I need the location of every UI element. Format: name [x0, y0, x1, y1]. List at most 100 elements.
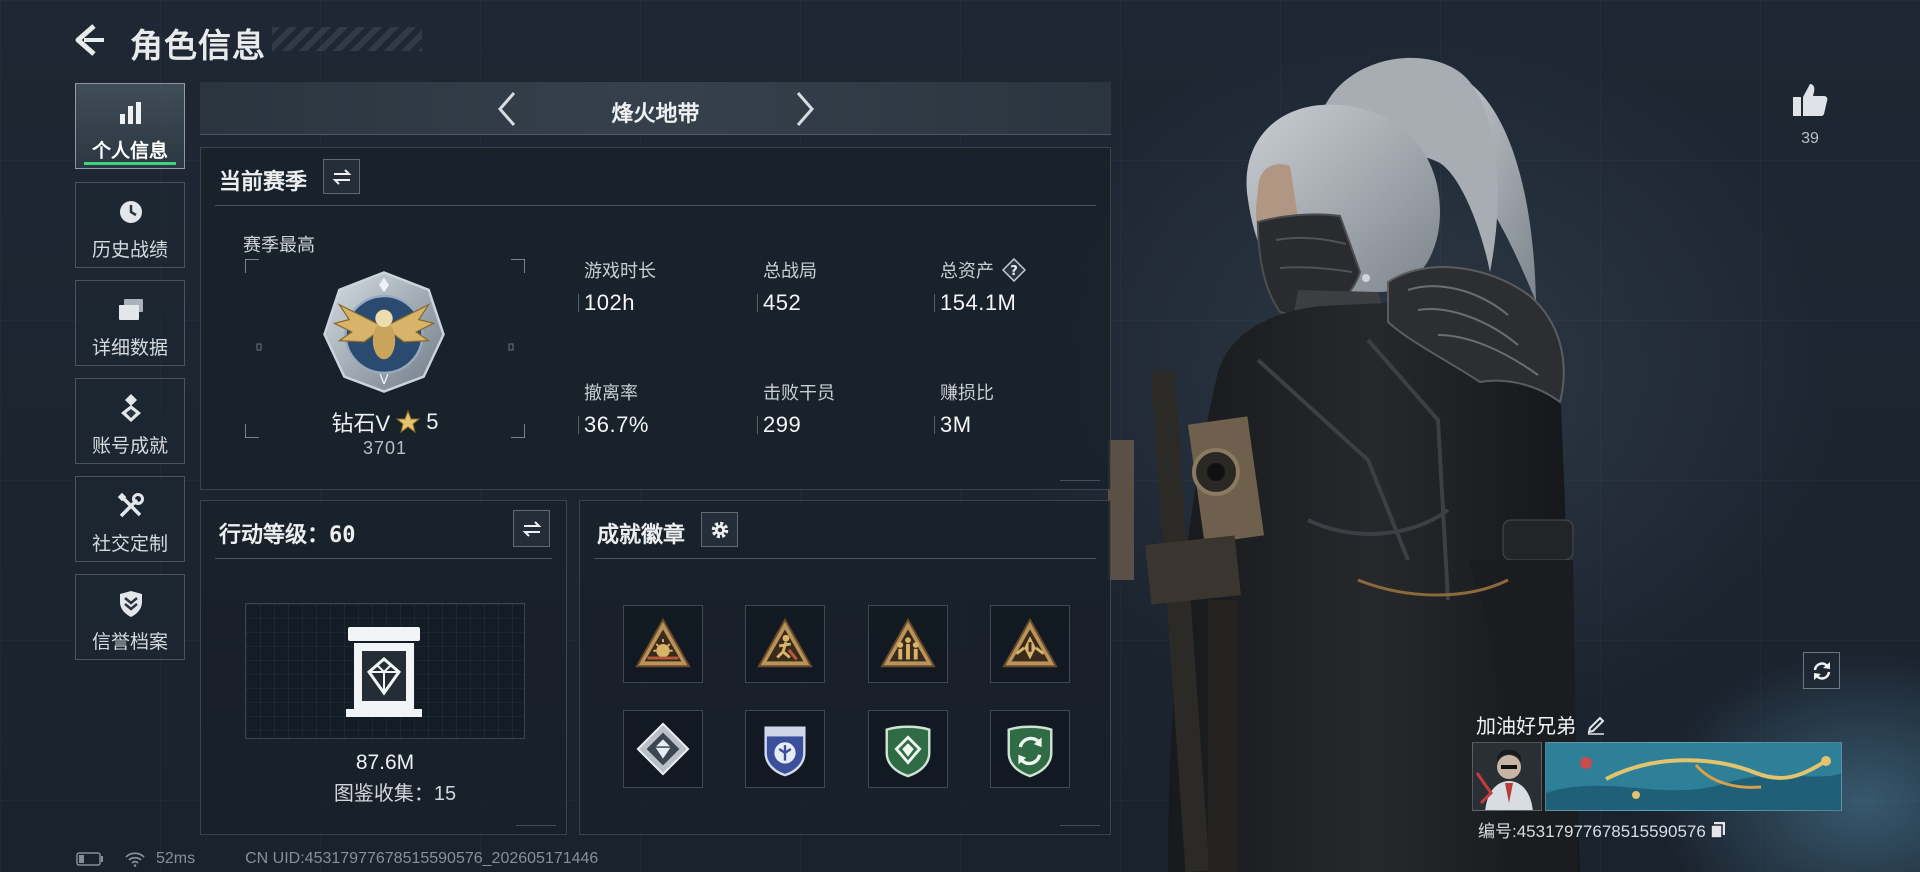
sidebar-item-label: 详细数据 [91, 338, 168, 359]
stat-label-row: 总资产 ? [940, 258, 1026, 282]
next-mode-button[interactable] [790, 89, 820, 129]
sidebar-item-detailed-data[interactable]: 详细数据 [75, 280, 185, 366]
page-title: 角色信息 [130, 27, 266, 64]
status-bar: 52ms CN UID:45317977678515590576_2026051… [76, 849, 598, 869]
sidebar-item-personal-info[interactable]: 个人信息 [75, 83, 185, 169]
triangle-runner-badge-icon [757, 617, 813, 668]
stat-value: 102h [578, 290, 656, 316]
back-button[interactable] [70, 20, 110, 60]
sidebar-item-label: 信誉档案 [91, 632, 168, 653]
swap-arrows-icon [332, 168, 351, 185]
svg-text:V: V [379, 372, 389, 388]
collection-count: 图鉴收集：15 [245, 777, 545, 806]
achievements-title: 成就徽章 [597, 522, 686, 547]
season-switch-button[interactable] [323, 159, 360, 194]
corner-decoration [1060, 473, 1100, 481]
player-name-row: 加油好兄弟 [1476, 710, 1606, 739]
green-shield-badge-icon [885, 725, 931, 778]
player-id-row: 编号:45317977678515590576 [1478, 817, 1726, 842]
pencil-icon[interactable] [1586, 715, 1606, 735]
star-icon [396, 410, 421, 434]
stat-label: 游戏时长 [584, 261, 656, 281]
triangle-squad-badge-icon [880, 617, 936, 668]
stat-label: 撤离率 [584, 383, 638, 403]
player-id: 编号:45317977678515590576 [1478, 822, 1706, 841]
stat-value: 36.7% [578, 412, 649, 437]
triangle-emblem-badge-icon [1002, 617, 1058, 668]
stat-label: 总战局 [763, 261, 817, 281]
season-best-label: 赛季最高 [243, 235, 315, 255]
stat-label: 总资产 [940, 261, 994, 281]
question-icon[interactable]: ? [1002, 258, 1026, 282]
collection-label: 图鉴收集： [333, 783, 434, 805]
current-season-panel: 当前赛季 赛季最高 V 钻石V 5 3701 游戏时长 102h 总战局 452… [200, 147, 1111, 490]
mode-label: 烽火地带 [611, 101, 700, 126]
achievement-badge[interactable] [745, 605, 825, 683]
achievement-badge[interactable] [990, 710, 1070, 788]
avatar-portrait [1473, 743, 1541, 810]
stat-label: 赚损比 [940, 383, 994, 403]
blue-shield-badge-icon [764, 726, 806, 777]
collection-number: 15 [433, 783, 457, 805]
stat-operators-defeated: 击败干员 299 [757, 381, 835, 438]
avatar[interactable] [1472, 742, 1542, 811]
stat-value: 3M [934, 412, 994, 438]
client-uid: CN UID:45317977678515590576_202605171446 [245, 850, 599, 867]
sidebar-item-label: 社交定制 [91, 534, 168, 555]
rank-tier: 钻石V 5 [245, 406, 525, 438]
like-button[interactable] [1790, 80, 1830, 120]
achievement-badge[interactable] [745, 710, 825, 788]
refresh-button[interactable] [1803, 652, 1840, 689]
season-title: 当前赛季 [219, 169, 308, 194]
diamond-gem-badge-icon [636, 722, 690, 776]
stat-extraction-rate: 撤离率 36.7% [578, 381, 649, 438]
back-arrow-icon [75, 24, 104, 56]
sidebar-item-social-custom[interactable]: 社交定制 [75, 476, 185, 562]
action-level-panel: 行动等级：60 87.6M 图鉴收集：15 [200, 500, 567, 835]
stat-play-time: 游戏时长 102h [578, 259, 656, 316]
corner-decoration [516, 818, 556, 826]
achievement-badge[interactable] [990, 605, 1070, 683]
diamond-eagle-rank-icon: V [323, 271, 445, 393]
triangle-sun-badge-icon [635, 617, 691, 668]
achievement-badge[interactable] [868, 605, 948, 683]
achievement-badge[interactable] [868, 710, 948, 788]
shield-chevron-icon [120, 591, 142, 617]
green-cycle-shield-badge-icon [1007, 725, 1053, 778]
action-level-value: 60 [329, 523, 356, 548]
sidebar-item-achievements[interactable]: 账号成就 [75, 378, 185, 464]
achievement-badge[interactable] [623, 605, 703, 683]
corner-decoration [1060, 818, 1100, 826]
stat-total-matches: 总战局 452 [757, 259, 817, 316]
like-count: 39 [1801, 130, 1819, 147]
sidebar-item-history[interactable]: 历史战绩 [75, 182, 185, 268]
stat-profit-loss-ratio: 赚损比 3M [934, 381, 994, 438]
copy-icon[interactable] [1710, 821, 1726, 839]
sidebar-item-credit-record[interactable]: 信誉档案 [75, 574, 185, 660]
chevron-right-icon [796, 92, 814, 126]
stat-value: 154.1M [934, 290, 1026, 316]
sidebar-item-label: 个人信息 [91, 141, 168, 162]
divider [594, 558, 1096, 559]
action-level-title: 行动等级：60 [219, 517, 356, 549]
stat-value: 299 [757, 412, 835, 438]
achievement-badge[interactable] [623, 710, 703, 788]
profile-banner[interactable] [1545, 742, 1842, 811]
title-stripes-decoration [272, 27, 422, 51]
mode-selector: 烽火地带 [200, 82, 1111, 135]
rank-score: 3701 [362, 438, 408, 458]
player-name: 加油好兄弟 [1476, 716, 1576, 738]
svg-text:?: ? [1010, 264, 1018, 279]
tools-icon [117, 492, 144, 518]
achievements-settings-button[interactable] [701, 512, 738, 547]
battery-icon [76, 852, 103, 866]
stacked-cards-icon [119, 299, 143, 320]
collection-value: 87.6M [355, 751, 415, 774]
action-level-switch-button[interactable] [513, 510, 550, 547]
stat-label: 击败干员 [763, 383, 835, 403]
stat-value: 452 [757, 290, 817, 316]
clock-icon [120, 201, 142, 223]
medal-icon [121, 394, 141, 422]
divider [215, 205, 1096, 206]
rank-tier-name: 钻石V [331, 411, 391, 436]
